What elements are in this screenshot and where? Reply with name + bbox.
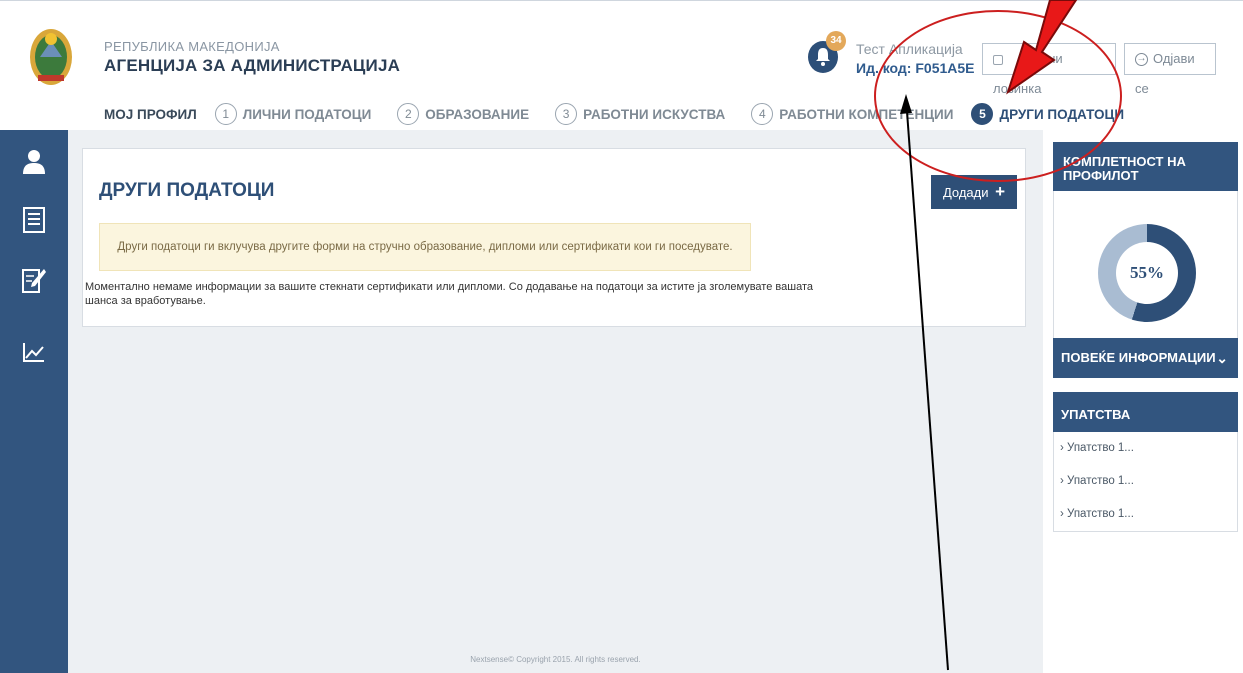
guide-link[interactable]: › Упатство 1... <box>1054 432 1237 465</box>
step-number: 1 <box>214 103 237 125</box>
guide-label: Упатство 1... <box>1067 442 1134 454</box>
user-icon <box>23 150 45 174</box>
more-info-label: ПОВЕЌЕ ИНФОРМАЦИИ <box>1061 350 1216 365</box>
logout-icon: → <box>1135 53 1148 67</box>
guide-label: Упатство 1... <box>1067 508 1134 520</box>
agency-name: РЕПУБЛИКА МАКЕДОНИЈА АГЕНЦИЈА ЗА АДМИНИС… <box>104 39 400 76</box>
chevron-right-icon: › <box>1060 442 1068 454</box>
guide-link[interactable]: › Упатство 1... <box>1054 498 1237 531</box>
tab-label: ЛИЧНИ ПОДАТОЦИ <box>242 106 372 122</box>
page: РЕПУБЛИКА МАКЕДОНИЈА АГЕНЦИЈА ЗА АДМИНИС… <box>0 0 1243 673</box>
completeness-value: 55% <box>1116 242 1178 304</box>
agency-line1: РЕПУБЛИКА МАКЕДОНИЈА <box>104 39 280 54</box>
chevron-right-icon: › <box>1060 475 1068 487</box>
guides-title: УПАТСТВА <box>1053 392 1238 432</box>
chevron-down-icon: ⌄ <box>1216 350 1228 366</box>
empty-state-text: Моментално немаме информации за вашите с… <box>85 281 813 307</box>
guide-link[interactable]: › Упатство 1... <box>1054 465 1237 498</box>
left-sidebar <box>0 130 68 673</box>
tab-personal-data[interactable]: 1 ЛИЧНИ ПОДАТОЦИ <box>214 103 372 125</box>
agency-line2: АГЕНЦИЈА ЗА АДМИНИСТРАЦИЈА <box>104 56 401 75</box>
logout-button[interactable]: → Одјави се <box>1124 43 1216 96</box>
sidebar-item-edit[interactable] <box>16 262 52 298</box>
right-sidebar: КОМПЛЕТНОСТ НА ПРОФИЛОТ 55% ПОВЕЌЕ ИНФОР… <box>1053 142 1238 532</box>
sidebar-item-profile[interactable] <box>16 144 52 180</box>
chart-icon <box>23 343 44 362</box>
chevron-right-icon: › <box>1060 508 1068 520</box>
guides-list: › Упатство 1... › Упатство 1... › Упатст… <box>1053 432 1238 532</box>
add-button-label: Додади <box>942 185 989 200</box>
tab-label: МОЈ ПРОФИЛ <box>104 106 197 122</box>
footer-copyright: Nextsense© Copyright 2015. All rights re… <box>470 655 641 664</box>
tab-label: РАБОТНИ ИСКУСТВА <box>583 106 726 122</box>
tab-label: ОБРАЗОВАНИЕ <box>425 106 530 122</box>
step-number: 4 <box>751 103 774 125</box>
sidebar-item-list[interactable] <box>16 202 52 238</box>
guide-label: Упатство 1... <box>1067 475 1134 487</box>
main-content: ДРУГИ ПОДАТОЦИ Додади + Други податоци г… <box>68 130 1043 673</box>
list-icon <box>23 207 45 233</box>
tab-my-profile[interactable]: МОЈ ПРОФИЛ <box>104 107 197 122</box>
step-number: 3 <box>555 103 578 125</box>
notification-count-badge[interactable]: 34 <box>826 31 846 51</box>
bell-icon <box>816 48 830 66</box>
annotation-red-arrow <box>1006 0 1078 95</box>
step-number: 2 <box>397 103 420 125</box>
info-notice: Други податоци ги вклучува другите форми… <box>99 223 751 271</box>
tab-education[interactable]: 2 ОБРАЗОВАНИЕ <box>397 103 529 125</box>
completeness-donut: 55% <box>1098 224 1196 322</box>
tab-work-experience[interactable]: 3 РАБОТНИ ИСКУСТВА <box>555 103 725 125</box>
plus-icon: + <box>995 182 1006 201</box>
sidebar-item-statistics[interactable] <box>16 334 52 370</box>
page-title: ДРУГИ ПОДАТОЦИ <box>99 180 275 201</box>
coat-of-arms-logo[interactable] <box>28 27 74 87</box>
completeness-panel: 55% <box>1053 191 1238 338</box>
edit-document-icon <box>22 269 46 293</box>
more-info-button[interactable]: ПОВЕЌЕ ИНФОРМАЦИИ ⌄ <box>1053 338 1238 378</box>
guides-panel: УПАТСТВА › Упатство 1... › Упатство 1...… <box>1053 392 1238 532</box>
other-data-card: ДРУГИ ПОДАТОЦИ Додади + Други податоци г… <box>82 148 1026 327</box>
